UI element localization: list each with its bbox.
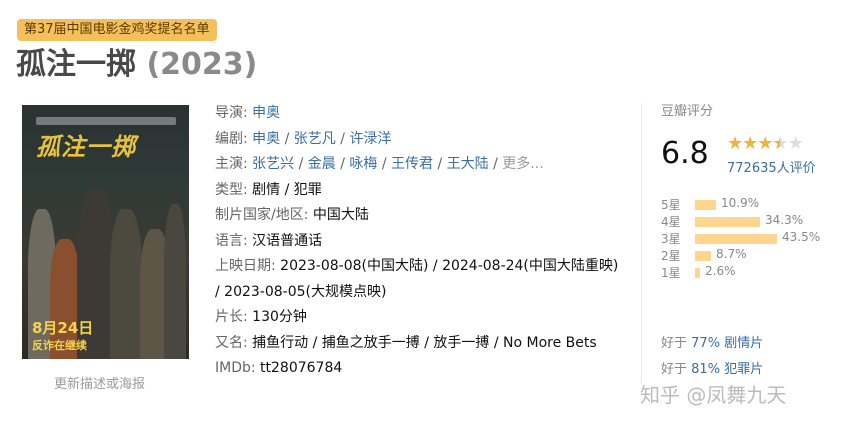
imdb-row: IMDb: tt28076784 bbox=[215, 360, 343, 376]
writer-link[interactable]: 许渌洋 bbox=[349, 131, 391, 147]
release-value: 2023-08-08(中国大陆) / 2024-08-24(中国大陆重映) / … bbox=[215, 258, 619, 300]
empty-star-icon: ★ bbox=[787, 133, 804, 154]
movie-title: 孤注一掷 bbox=[16, 47, 136, 82]
runtime-value: 130分钟 bbox=[252, 309, 307, 325]
star-icon: ★ bbox=[727, 133, 743, 154]
cast-link[interactable]: 王大陆 bbox=[447, 156, 489, 172]
update-poster-link[interactable]: 更新描述或海报 bbox=[54, 373, 145, 392]
rating-heading: 豆瓣评分 bbox=[661, 104, 714, 119]
runtime-row: 片长: 130分钟 bbox=[215, 309, 307, 325]
better-than-row: 好于 77% 剧情片 bbox=[661, 336, 764, 351]
rating-bar bbox=[695, 217, 760, 227]
page-title: 孤注一掷 (2023) bbox=[16, 46, 257, 84]
better-than-percent[interactable]: 81% bbox=[691, 362, 720, 377]
rating-score: 6.8 bbox=[661, 136, 709, 171]
imdb-value: tt28076784 bbox=[260, 360, 343, 376]
rating-bar bbox=[695, 251, 711, 261]
cast-link[interactable]: 张艺兴 bbox=[252, 156, 294, 172]
cast-link[interactable]: 金晨 bbox=[308, 156, 336, 172]
rating-bar bbox=[695, 268, 700, 278]
poster-title-art: 孤注一掷 bbox=[36, 132, 136, 161]
movie-poster[interactable]: 孤注一掷 8月24日 反诈在继续 bbox=[22, 105, 189, 359]
writer-link[interactable]: 张艺凡 bbox=[294, 131, 336, 147]
genre-row: 类型: 剧情 / 犯罪 bbox=[215, 181, 322, 198]
better-than: 好于 77% 剧情片 好于 81% 犯罪片 bbox=[661, 331, 763, 383]
movie-year: (2023) bbox=[146, 47, 258, 82]
watermark: 知乎 @凤舞九天 bbox=[640, 383, 787, 407]
divider bbox=[641, 103, 642, 383]
rating-bar bbox=[695, 200, 716, 210]
better-than-genre[interactable]: 犯罪片 bbox=[724, 362, 763, 377]
cast-link[interactable]: 咏梅 bbox=[349, 156, 377, 172]
aka-row: 又名: 捕鱼行动 / 捕鱼之放手一搏 / 放手一搏 / No More Bets bbox=[215, 334, 597, 351]
poster-figure bbox=[110, 209, 142, 359]
rating-stars: ★★★★★★ bbox=[727, 133, 804, 154]
movie-info: 导演: 申奥 编剧: 申奥 / 张艺凡 / 许渌洋 主演: 张艺兴 / 金晨 /… bbox=[215, 101, 625, 382]
better-than-genre[interactable]: 剧情片 bbox=[724, 336, 763, 351]
cast-row: 主演: 张艺兴 / 金晨 / 咏梅 / 王传君 / 王大陆 / 更多... bbox=[215, 156, 544, 172]
director-link[interactable]: 申奥 bbox=[252, 105, 280, 121]
poster-release-sub: 反诈在继续 bbox=[32, 339, 87, 352]
award-badge[interactable]: 第37届中国电影金鸡奖提名名单 bbox=[17, 19, 217, 41]
poster-tagline bbox=[36, 117, 176, 125]
country-value: 中国大陆 bbox=[312, 207, 369, 223]
better-than-percent[interactable]: 77% bbox=[691, 336, 720, 351]
release-row: 上映日期: 2023-08-08(中国大陆) / 2024-08-24(中国大陆… bbox=[215, 258, 619, 300]
half-star-icon: ★★ bbox=[772, 133, 788, 154]
poster-figure bbox=[164, 204, 186, 359]
votes-link[interactable]: 772635人评价 bbox=[727, 157, 816, 176]
language-value: 汉语普通话 bbox=[252, 232, 323, 249]
language-row: 语言: 汉语普通话 bbox=[215, 232, 323, 249]
writer-link[interactable]: 申奥 bbox=[252, 131, 280, 147]
rating-bar bbox=[695, 234, 777, 244]
rating-panel: 豆瓣评分 6.8 ★★★★★★ 772635人评价 5星 10.9% 4星 34… bbox=[661, 100, 836, 280]
more-cast-link[interactable]: 更多... bbox=[502, 156, 543, 172]
star-icon: ★ bbox=[757, 133, 773, 154]
poster-release-date: 8月24日 bbox=[32, 319, 94, 337]
aka-value: 捕鱼行动 / 捕鱼之放手一搏 / 放手一搏 / No More Bets bbox=[252, 334, 597, 351]
country-row: 制片国家/地区: 中国大陆 bbox=[215, 207, 369, 223]
writers-row: 编剧: 申奥 / 张艺凡 / 许渌洋 bbox=[215, 130, 392, 147]
director-row: 导演: 申奥 bbox=[215, 105, 281, 121]
genre-value: 剧情 / 犯罪 bbox=[252, 181, 322, 198]
star-icon: ★ bbox=[742, 133, 758, 154]
cast-link[interactable]: 王传君 bbox=[391, 156, 433, 172]
